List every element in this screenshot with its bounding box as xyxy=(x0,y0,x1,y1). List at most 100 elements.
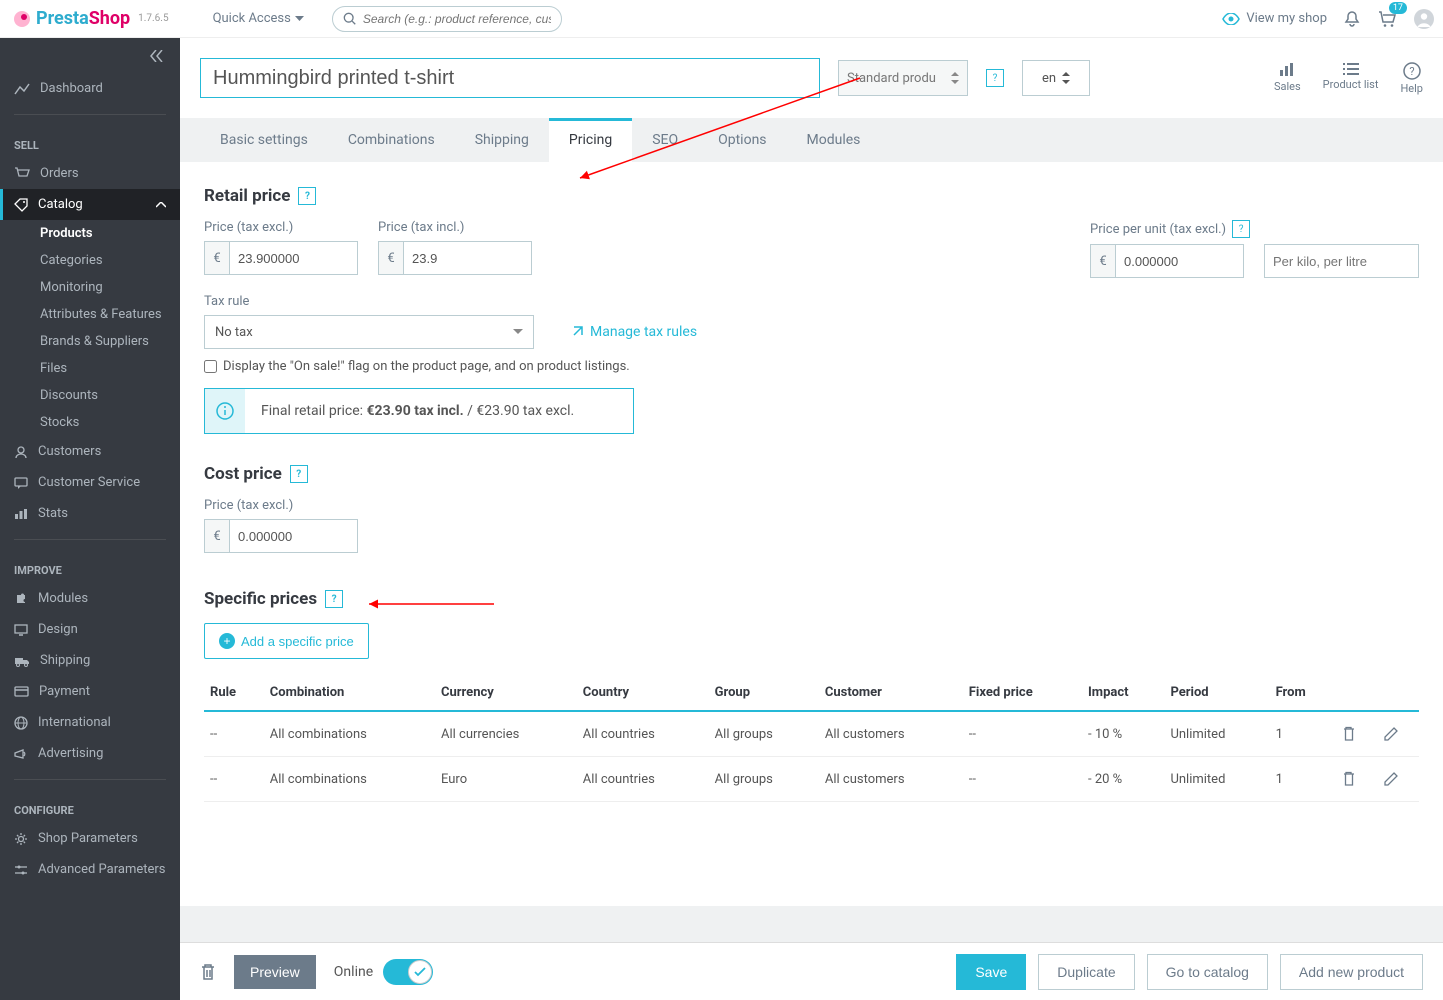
cart-button[interactable]: 17 xyxy=(1377,10,1397,28)
tab-shipping[interactable]: Shipping xyxy=(455,118,549,162)
sidebar-item-label: Shipping xyxy=(40,653,90,668)
language-select[interactable]: en xyxy=(1022,60,1090,96)
quick-access-label: Quick Access xyxy=(213,11,291,26)
add-specific-label: Add a specific price xyxy=(241,634,354,649)
card-icon xyxy=(14,686,29,697)
header-action-help[interactable]: ? Help xyxy=(1400,62,1423,95)
sidebar-item-label: International xyxy=(38,715,111,730)
header-action-label: Sales xyxy=(1274,80,1301,93)
notifications-button[interactable] xyxy=(1343,10,1361,28)
sidebar-item-label: Design xyxy=(38,622,78,637)
save-button[interactable]: Save xyxy=(956,954,1026,990)
sidebar-section-sell: SELL xyxy=(0,125,180,158)
sidebar-item-dashboard[interactable]: Dashboard xyxy=(0,73,180,104)
sidebar-item-adv-params[interactable]: Advanced Parameters xyxy=(0,854,180,885)
sidebar-sub-categories[interactable]: Categories xyxy=(0,247,180,274)
help-product-type[interactable]: ? xyxy=(986,69,1004,87)
chevron-left-double-icon xyxy=(150,50,164,62)
global-search[interactable] xyxy=(332,6,562,32)
view-shop-link[interactable]: View my shop xyxy=(1222,11,1327,26)
sidebar-item-label: Dashboard xyxy=(40,81,103,96)
sort-icon xyxy=(1062,72,1070,84)
section-retail-price: Retail price ? xyxy=(204,186,1419,206)
header-action-sales[interactable]: Sales xyxy=(1274,62,1301,95)
sidebar-item-international[interactable]: International xyxy=(0,707,180,738)
brand-shop: Shop xyxy=(89,8,130,29)
sidebar-item-shipping[interactable]: Shipping xyxy=(0,645,180,676)
help-specific[interactable]: ? xyxy=(325,590,343,608)
tab-basic-settings[interactable]: Basic settings xyxy=(200,118,328,162)
sidebar-item-design[interactable]: Design xyxy=(0,614,180,645)
chart-icon xyxy=(1278,62,1296,78)
collapse-sidebar[interactable] xyxy=(0,38,180,73)
search-icon xyxy=(343,12,357,26)
delete-icon[interactable] xyxy=(1342,771,1356,787)
sidebar-sub-monitoring[interactable]: Monitoring xyxy=(0,274,180,301)
quick-access-menu[interactable]: Quick Access xyxy=(213,11,304,26)
logo-icon xyxy=(12,9,32,29)
delete-icon[interactable] xyxy=(1342,726,1356,742)
search-input[interactable] xyxy=(363,12,551,26)
unit-label-input[interactable] xyxy=(1264,244,1419,278)
sidebar-item-catalog[interactable]: Catalog xyxy=(0,189,180,220)
tax-rule-select[interactable]: No tax xyxy=(204,315,534,349)
sidebar-item-label: Payment xyxy=(39,684,90,699)
go-to-catalog-button[interactable]: Go to catalog xyxy=(1147,954,1268,990)
sidebar-item-orders[interactable]: Orders xyxy=(0,158,180,189)
sidebar-sub-files[interactable]: Files xyxy=(0,355,180,382)
sidebar-sub-stocks[interactable]: Stocks xyxy=(0,409,180,436)
add-new-product-button[interactable]: Add new product xyxy=(1280,954,1423,990)
eye-icon xyxy=(1222,13,1240,25)
logo[interactable]: PrestaShop 1.7.6.5 xyxy=(8,8,173,29)
tax-rule-value: No tax xyxy=(215,325,253,340)
sidebar-item-stats[interactable]: Stats xyxy=(0,498,180,529)
profile-button[interactable] xyxy=(1413,8,1435,30)
sidebar-item-shop-params[interactable]: Shop Parameters xyxy=(0,823,180,854)
sidebar-sub-discounts[interactable]: Discounts xyxy=(0,382,180,409)
sidebar-item-label: Advertising xyxy=(38,746,103,761)
preview-button[interactable]: Preview xyxy=(234,955,316,989)
version: 1.7.6.5 xyxy=(138,13,168,24)
sidebar-item-payment[interactable]: Payment xyxy=(0,676,180,707)
sidebar-item-customers[interactable]: Customers xyxy=(0,436,180,467)
duplicate-button[interactable]: Duplicate xyxy=(1038,954,1134,990)
sidebar-sub-attributes[interactable]: Attributes & Features xyxy=(0,301,180,328)
edit-icon[interactable] xyxy=(1383,727,1398,742)
help-unit-price[interactable]: ? xyxy=(1232,220,1250,238)
sidebar-sub-products[interactable]: Products xyxy=(0,220,180,247)
price-excl-input[interactable] xyxy=(230,241,358,275)
add-specific-price-button[interactable]: + Add a specific price xyxy=(204,623,369,659)
sidebar-item-modules[interactable]: Modules xyxy=(0,583,180,614)
currency-prefix: € xyxy=(204,519,230,553)
help-cost[interactable]: ? xyxy=(290,465,308,483)
chart-icon xyxy=(14,508,28,520)
view-shop-label: View my shop xyxy=(1246,11,1327,26)
chevron-up-icon xyxy=(156,202,166,208)
header-action-product-list[interactable]: Product list xyxy=(1323,62,1379,95)
final-price-info: Final retail price: €23.90 tax incl. / €… xyxy=(204,388,634,434)
sidebar-sub-brands[interactable]: Brands & Suppliers xyxy=(0,328,180,355)
sidebar-item-advertising[interactable]: Advertising xyxy=(0,738,180,769)
cart-icon xyxy=(14,167,30,181)
language-label: en xyxy=(1042,71,1056,86)
gear-icon xyxy=(14,832,28,846)
cost-price-input[interactable] xyxy=(230,519,358,553)
on-sale-checkbox[interactable] xyxy=(204,360,217,373)
unit-price-input[interactable] xyxy=(1116,244,1244,278)
manage-tax-link[interactable]: Manage tax rules xyxy=(570,324,697,340)
label-price-incl: Price (tax incl.) xyxy=(378,220,532,235)
price-incl-input[interactable] xyxy=(404,241,532,275)
sidebar-item-label: Customers xyxy=(38,444,101,459)
delete-icon[interactable] xyxy=(200,963,216,981)
header-action-label: Product list xyxy=(1323,78,1379,91)
help-retail[interactable]: ? xyxy=(298,187,316,205)
currency-prefix: € xyxy=(378,241,404,275)
online-toggle[interactable] xyxy=(383,959,433,985)
sidebar-item-customer-service[interactable]: Customer Service xyxy=(0,467,180,498)
tab-combinations[interactable]: Combinations xyxy=(328,118,455,162)
edit-icon[interactable] xyxy=(1383,772,1398,787)
sidebar-item-label: Customer Service xyxy=(38,475,140,490)
cart-badge: 17 xyxy=(1389,2,1407,14)
sidebar-item-label: Shop Parameters xyxy=(38,831,138,846)
sidebar-item-label: Stats xyxy=(38,506,68,521)
